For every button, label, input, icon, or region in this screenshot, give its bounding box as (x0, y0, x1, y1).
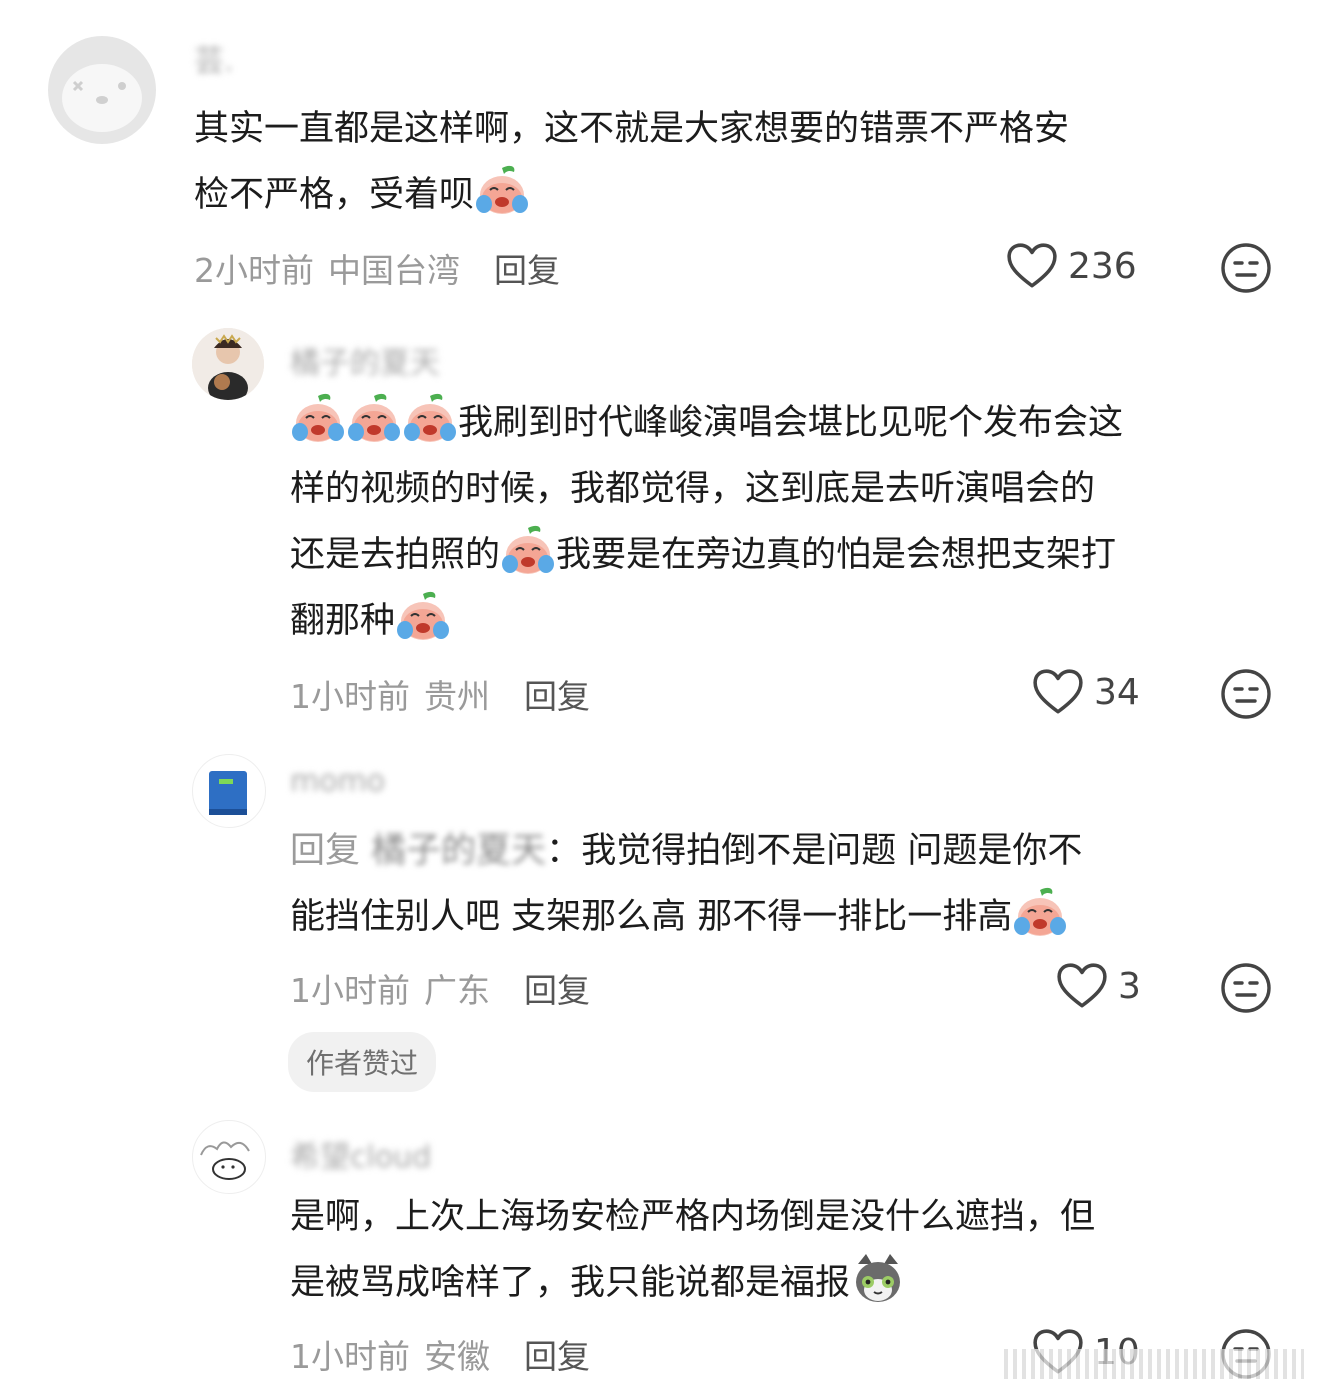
avatar[interactable] (48, 36, 156, 144)
username[interactable]: 芸. (194, 36, 234, 80)
comment-meta: 1小时前 贵州 回复 (290, 670, 590, 718)
reply-button[interactable]: 回复 (524, 670, 590, 718)
location: 广东 (424, 971, 490, 1010)
timestamp: 1小时前 (290, 677, 410, 716)
comment-line: 样的视频的时候，我都觉得，这到底是去听演唱会的 (290, 469, 1096, 509)
comment-line: 检不严格，受着呗 (194, 162, 1069, 228)
comment-line: 其实一直都是这样啊，这不就是大家想要的错票不严格安 (194, 109, 1070, 149)
comment-line: 回复 橘子的夏天：我觉得拍倒不是问题 问题是你不 (290, 831, 1083, 871)
comment-text: 回复 橘子的夏天：我觉得拍倒不是问题 问题是你不 能挡住别人吧 支架那么高 那不… (290, 818, 1082, 950)
avatar-image (192, 328, 264, 400)
like-button[interactable]: 3 (1056, 962, 1141, 1010)
book-avatar-icon (209, 771, 247, 815)
avatar[interactable] (192, 754, 266, 828)
author-liked-badge: 作者赞过 (288, 1032, 437, 1092)
crying-emoji-icon (474, 162, 530, 218)
comment-meta: 1小时前 安徽 回复 (290, 1330, 590, 1378)
reply-button[interactable]: 回复 (494, 244, 560, 292)
heart-icon (1006, 242, 1058, 290)
crying-emoji-icon (500, 522, 556, 578)
comment-line: 是被骂成啥样了，我只能说都是福报 (290, 1250, 1095, 1316)
reply-button[interactable]: 回复 (524, 1330, 590, 1378)
avatar-image (62, 64, 142, 132)
dislike-icon[interactable] (1220, 242, 1272, 294)
comment-line: 翻那种 (290, 588, 1123, 654)
comment-line: 我刷到时代峰峻演唱会堪比见呢个发布会这 (290, 390, 1123, 456)
location: 中国台湾 (328, 251, 460, 290)
reply-target: 橘子的夏天 (371, 831, 547, 871)
avatar[interactable] (192, 328, 264, 400)
timestamp: 1小时前 (290, 1337, 410, 1376)
avatar[interactable] (192, 1120, 266, 1194)
crying-emoji-icon (1012, 884, 1068, 940)
username[interactable]: momo (290, 764, 385, 799)
comment-text: 其实一直都是这样啊，这不就是大家想要的错票不严格安 检不严格，受着呗 (194, 96, 1069, 228)
crying-emoji-icon (290, 390, 346, 446)
reply-button[interactable]: 回复 (524, 964, 590, 1012)
avatar-image (200, 1141, 250, 1180)
like-count: 236 (1068, 245, 1137, 287)
username[interactable]: 希望cloud (290, 1132, 431, 1176)
username[interactable]: 橘子的夏天 (290, 338, 440, 382)
like-count: 34 (1094, 671, 1140, 713)
dislike-icon[interactable] (1220, 668, 1272, 720)
crying-emoji-icon (402, 390, 458, 446)
cat-emoji-icon (850, 1250, 906, 1306)
comment-line: 还是去拍照的 我要是在旁边真的怕是会想把支架打 (290, 522, 1123, 588)
like-button[interactable]: 34 (1032, 668, 1140, 716)
like-button[interactable]: 236 (1006, 242, 1137, 290)
like-count: 3 (1118, 965, 1141, 1007)
watermark-overlay (1004, 1349, 1304, 1379)
crying-emoji-icon (346, 390, 402, 446)
comment-line: 能挡住别人吧 支架那么高 那不得一排比一排高 (290, 884, 1082, 950)
location: 安徽 (424, 1337, 490, 1376)
dislike-icon[interactable] (1220, 962, 1272, 1014)
timestamp: 1小时前 (290, 971, 410, 1010)
comment-meta: 2小时前 中国台湾 回复 (194, 244, 560, 292)
heart-icon (1032, 668, 1084, 716)
timestamp: 2小时前 (194, 251, 314, 290)
location: 贵州 (424, 677, 490, 716)
reply-prefix: 回复 (290, 831, 361, 871)
crying-emoji-icon (395, 588, 451, 644)
comment-text: 是啊，上次上海场安检严格内场倒是没什么遮挡，但 是被骂成啥样了，我只能说都是福报 (290, 1184, 1095, 1316)
comment-meta: 1小时前 广东 回复 (290, 964, 590, 1012)
comment-line: 是啊，上次上海场安检严格内场倒是没什么遮挡，但 (290, 1197, 1096, 1237)
heart-icon (1056, 962, 1108, 1010)
comment-text: 我刷到时代峰峻演唱会堪比见呢个发布会这 样的视频的时候，我都觉得，这到底是去听演… (290, 390, 1123, 654)
